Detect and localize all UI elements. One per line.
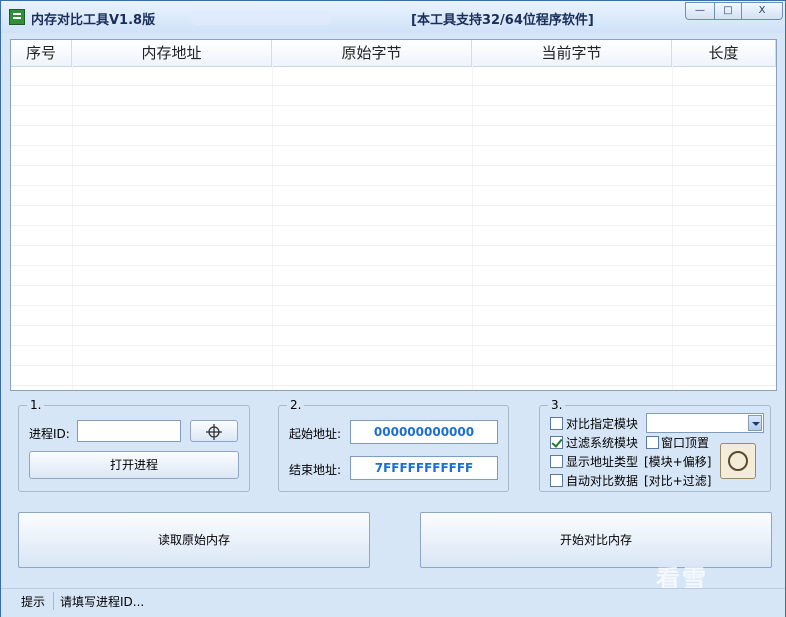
column-header-current-bytes[interactable]: 当前字节 (472, 40, 672, 66)
column-header-original-bytes[interactable]: 原始字节 (272, 40, 472, 66)
end-address-input[interactable]: 7FFFFFFFFFFF (350, 456, 498, 480)
group-title: 1. (27, 398, 45, 412)
blurred-region (191, 11, 331, 25)
compare-module-checkbox[interactable] (550, 417, 563, 430)
group-title: 3. (548, 398, 566, 412)
memory-list[interactable]: 序号 内存地址 原始字节 当前字节 长度 (10, 39, 777, 391)
app-icon (9, 9, 25, 25)
table-row (11, 366, 776, 386)
compare-module-label: 对比指定模块 (566, 417, 639, 431)
start-address-value: 000000000000 (373, 425, 475, 439)
process-picker-button[interactable] (190, 420, 238, 442)
start-compare-memory-button[interactable]: 开始对比内存 (420, 512, 772, 568)
table-row (11, 166, 776, 186)
auto-compare-hint: [对比+过滤] (644, 474, 712, 488)
end-address-value: 7FFFFFFFFFFF (374, 461, 474, 475)
minimize-button[interactable]: — (685, 2, 715, 20)
topmost-label: 窗口顶置 (661, 436, 710, 450)
table-row (11, 246, 776, 266)
close-button[interactable]: X (741, 2, 783, 20)
filter-system-label: 过滤系统模块 (566, 436, 639, 450)
column-header-index[interactable]: 序号 (11, 40, 72, 66)
table-row (11, 326, 776, 346)
pid-input[interactable] (77, 420, 181, 442)
crosshair-icon (206, 424, 222, 440)
table-row (11, 266, 776, 286)
module-select[interactable] (646, 413, 764, 433)
status-divider (53, 592, 54, 610)
pid-value (78, 421, 180, 441)
group-title: 2. (287, 398, 305, 412)
column-header-length[interactable]: 长度 (672, 40, 776, 66)
status-message: 请填写进程ID... (60, 595, 145, 609)
table-row (11, 206, 776, 226)
table-row (11, 146, 776, 166)
column-header-address[interactable]: 内存地址 (72, 40, 272, 66)
chevron-down-icon[interactable] (748, 415, 762, 431)
table-row (11, 66, 776, 86)
process-group: 1. 进程ID: 打开进程 (18, 398, 250, 492)
title-bar[interactable]: 内存对比工具V1.8版 [本工具支持32/64位程序软件] — □ X (1, 1, 785, 33)
show-address-type-checkbox[interactable] (550, 455, 563, 468)
auto-compare-checkbox[interactable] (550, 474, 563, 487)
status-label: 提示 (21, 595, 46, 609)
start-address-input[interactable]: 000000000000 (350, 420, 498, 444)
table-row (11, 126, 776, 146)
show-address-type-hint: [模块+偏移] (644, 455, 712, 469)
table-row (11, 226, 776, 246)
status-bar: 提示 请填写进程ID... (1, 588, 785, 617)
start-address-label: 起始地址: (289, 427, 342, 441)
read-original-memory-button[interactable]: 读取原始内存 (18, 512, 370, 568)
table-row (11, 286, 776, 306)
table-row (11, 86, 776, 106)
window-title: 内存对比工具V1.8版 (31, 13, 156, 28)
table-row (11, 306, 776, 326)
open-process-button[interactable]: 打开进程 (29, 451, 239, 479)
list-body (11, 66, 776, 386)
window-subtitle: [本工具支持32/64位程序软件] (411, 13, 594, 28)
topmost-checkbox[interactable] (646, 436, 659, 449)
pid-label: 进程ID: (29, 427, 70, 441)
show-address-type-label: 显示地址类型 (566, 455, 639, 469)
list-header: 序号 内存地址 原始字节 当前字节 长度 (11, 40, 776, 67)
auto-compare-label: 自动对比数据 (566, 474, 639, 488)
main-window: 内存对比工具V1.8版 [本工具支持32/64位程序软件] — □ X 序号 内… (0, 0, 786, 617)
table-row (11, 346, 776, 366)
mascot-image (720, 443, 756, 479)
maximize-button[interactable]: □ (714, 2, 742, 20)
address-range-group: 2. 起始地址: 000000000000 结束地址: 7FFFFFFFFFFF (278, 398, 509, 492)
end-address-label: 结束地址: (289, 463, 342, 477)
table-row (11, 106, 776, 126)
table-row (11, 186, 776, 206)
filter-system-checkbox[interactable] (550, 436, 563, 449)
